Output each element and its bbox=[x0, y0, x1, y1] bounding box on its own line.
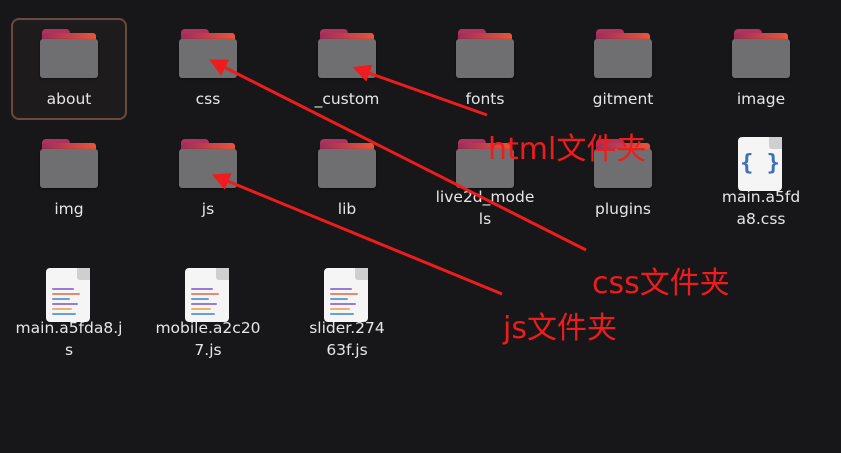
html-folder-annotation: html文件夹 bbox=[488, 132, 647, 167]
css-folder-annotation: css文件夹 bbox=[592, 266, 730, 301]
js-folder-annotation: js文件夹 bbox=[503, 311, 617, 346]
arrow-html-to-custom bbox=[352, 64, 488, 117]
annotation-arrows bbox=[209, 59, 587, 296]
arrow-js-to-js-folder bbox=[211, 173, 503, 296]
